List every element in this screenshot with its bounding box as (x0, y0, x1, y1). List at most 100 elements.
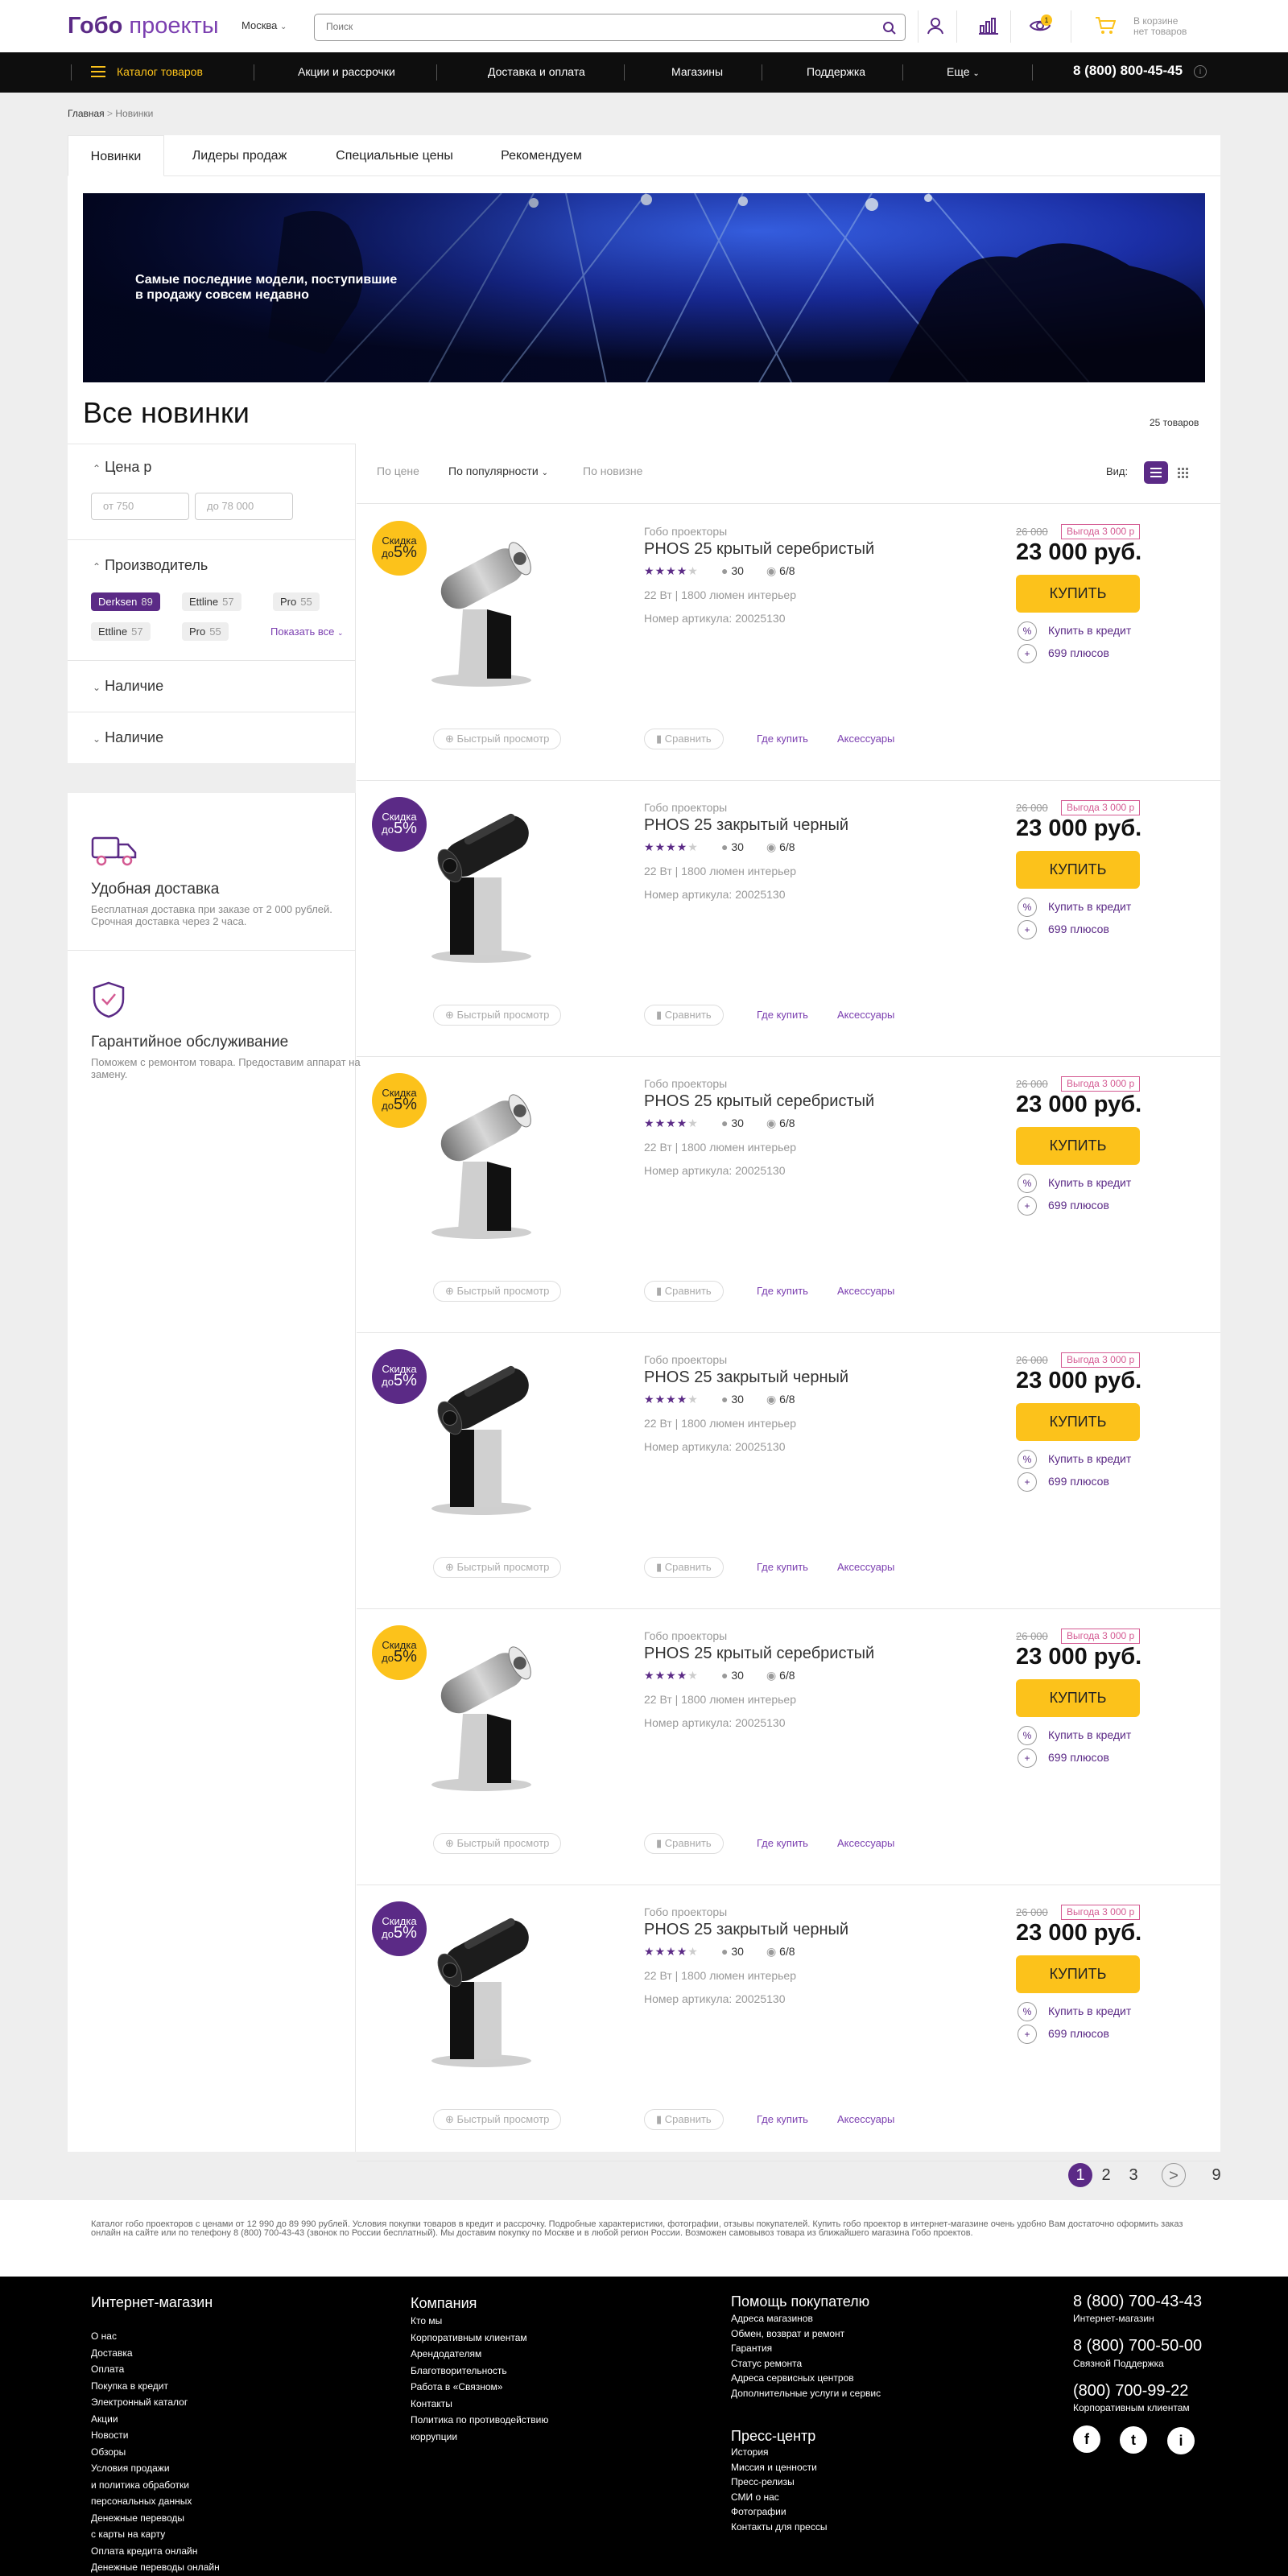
page-button[interactable]: 1 (1068, 2163, 1092, 2187)
grid-view-button[interactable] (1170, 461, 1195, 484)
nav-delivery[interactable]: Доставка и оплата (488, 65, 585, 78)
footer-phone[interactable]: (800) 700-99-22 (1073, 2382, 1188, 2401)
page-button[interactable]: 2 (1094, 2163, 1118, 2187)
bonus-link[interactable]: 699 плюсов (1048, 1199, 1109, 1212)
footer-link[interactable]: Гарантия (731, 2343, 881, 2354)
tab-bestsellers[interactable]: Лидеры продаж (169, 135, 310, 176)
twitter-icon[interactable]: t (1120, 2426, 1147, 2454)
footer-link[interactable]: Дополнительные услуги и сервис (731, 2388, 881, 2399)
bonus-link[interactable]: 699 плюсов (1048, 1475, 1109, 1488)
instagram-icon[interactable]: i (1167, 2427, 1195, 2454)
logo[interactable]: Гобо проекты (68, 11, 219, 40)
buy-button[interactable]: КУПИТЬ (1016, 1403, 1140, 1441)
footer-link[interactable]: Обзоры (91, 2446, 220, 2458)
reviews-count[interactable]: ● 30 (721, 564, 744, 577)
footer-link[interactable]: и политика обработки (91, 2479, 220, 2491)
reviews-count[interactable]: ● 30 (721, 840, 744, 853)
city-selector[interactable]: Москва ⌄ (242, 19, 287, 31)
compare-button[interactable]: ▮ Сравнить (644, 729, 724, 749)
product-image[interactable] (421, 1901, 542, 2074)
credit-link[interactable]: Купить в кредит (1048, 2004, 1131, 2017)
footer-link[interactable]: СМИ о нас (731, 2491, 827, 2503)
tab-recommended[interactable]: Рекомендуем (479, 135, 604, 176)
where-to-buy-link[interactable]: Где купить (757, 1561, 808, 1573)
tab-new[interactable]: Новинки (68, 135, 164, 176)
footer-link[interactable]: История (731, 2446, 827, 2458)
bonus-link[interactable]: 699 плюсов (1048, 646, 1109, 659)
reviews-count[interactable]: ● 30 (721, 1669, 744, 1682)
page-button[interactable]: 9 (1204, 2163, 1228, 2187)
accessories-link[interactable]: Аксессуары (837, 2113, 894, 2125)
bonus-link[interactable]: 699 плюсов (1048, 2027, 1109, 2040)
product-name[interactable]: PHOS 25 закрытый черный (644, 1921, 848, 1939)
bonus-link[interactable]: 699 плюсов (1048, 923, 1109, 935)
nav-more[interactable]: Еще ⌄ (947, 65, 980, 78)
buy-button[interactable]: КУПИТЬ (1016, 1679, 1140, 1717)
footer-link[interactable]: Оплата (91, 2363, 220, 2375)
nav-promotions[interactable]: Акции и рассрочки (298, 65, 395, 78)
product-image[interactable] (421, 1625, 542, 1798)
footer-link[interactable]: Пресс-релизы (731, 2476, 827, 2487)
footer-link[interactable]: Условия продажи (91, 2462, 220, 2474)
footer-link[interactable]: Денежные переводы онлайн (91, 2562, 220, 2573)
footer-link[interactable]: Адреса магазинов (731, 2313, 881, 2324)
quick-view-button[interactable]: ⊕ Быстрый просмотр (433, 729, 562, 749)
maker-chip[interactable]: Ettline 57 (91, 622, 151, 641)
catalog-button[interactable]: Каталог товаров (117, 65, 203, 78)
footer-link[interactable]: Обмен, возврат и ремонт (731, 2328, 881, 2339)
footer-link[interactable]: Контакты для прессы (731, 2521, 827, 2533)
compare-button[interactable]: ▮ Сравнить (644, 1833, 724, 1854)
maker-chip[interactable]: Ettline 57 (182, 592, 242, 611)
footer-link[interactable]: Корпоративным клиентам (411, 2332, 548, 2343)
product-name[interactable]: PHOS 25 крытый серебристый (644, 1092, 874, 1111)
credit-link[interactable]: Купить в кредит (1048, 1176, 1131, 1189)
product-image[interactable] (421, 521, 542, 694)
reviews-count[interactable]: ● 30 (721, 1393, 744, 1406)
footer-link[interactable]: Акции (91, 2413, 220, 2425)
compare-chart-icon[interactable] (978, 16, 999, 35)
compare-button[interactable]: ▮ Сравнить (644, 1005, 724, 1026)
footer-link[interactable]: Арендодателям (411, 2348, 548, 2359)
tab-special-prices[interactable]: Специальные цены (318, 135, 471, 176)
buy-button[interactable]: КУПИТЬ (1016, 575, 1140, 613)
product-name[interactable]: PHOS 25 закрытый черный (644, 816, 848, 835)
credit-link[interactable]: Купить в кредит (1048, 900, 1131, 913)
product-image[interactable] (421, 797, 542, 970)
next-page-button[interactable]: > (1162, 2163, 1186, 2187)
info-icon[interactable]: i (1194, 65, 1207, 78)
accessories-link[interactable]: Аксессуары (837, 733, 894, 745)
footer-link[interactable]: Доставка (91, 2347, 220, 2359)
quick-view-button[interactable]: ⊕ Быстрый просмотр (433, 1281, 562, 1302)
credit-link[interactable]: Купить в кредит (1048, 1728, 1131, 1741)
footer-link[interactable]: Контакты (411, 2398, 548, 2409)
where-to-buy-link[interactable]: Где купить (757, 733, 808, 745)
filter-availability-header[interactable]: ⌄ Наличие (93, 729, 163, 746)
compare-button[interactable]: ▮ Сравнить (644, 1557, 724, 1578)
quick-view-button[interactable]: ⊕ Быстрый просмотр (433, 1005, 562, 1026)
credit-link[interactable]: Купить в кредит (1048, 1452, 1131, 1465)
footer-link[interactable]: Политика по противодействию (411, 2414, 548, 2425)
product-name[interactable]: PHOS 25 крытый серебристый (644, 1645, 874, 1663)
search-input[interactable] (326, 21, 841, 32)
footer-link[interactable]: Новости (91, 2429, 220, 2441)
footer-link[interactable]: Покупка в кредит (91, 2380, 220, 2392)
where-to-buy-link[interactable]: Где купить (757, 2113, 808, 2125)
filter-availability-header[interactable]: ⌄ Наличие (93, 678, 163, 695)
page-button[interactable]: 3 (1121, 2163, 1146, 2187)
accessories-link[interactable]: Аксессуары (837, 1285, 894, 1297)
bonus-link[interactable]: 699 плюсов (1048, 1751, 1109, 1764)
filter-maker-header[interactable]: ⌃ Производитель (93, 557, 208, 574)
compare-button[interactable]: ▮ Сравнить (644, 1281, 724, 1302)
facebook-icon[interactable]: f (1073, 2425, 1100, 2453)
footer-link[interactable]: Фотографии (731, 2506, 827, 2517)
buy-button[interactable]: КУПИТЬ (1016, 851, 1140, 889)
footer-link[interactable]: Кто мы (411, 2315, 548, 2326)
quick-view-button[interactable]: ⊕ Быстрый просмотр (433, 2109, 562, 2130)
nav-stores[interactable]: Магазины (671, 65, 723, 78)
cart-status[interactable]: В корзине нет товаров (1133, 16, 1187, 37)
list-view-button[interactable] (1144, 461, 1168, 484)
header-phone[interactable]: 8 (800) 800-45-45 (1073, 63, 1183, 79)
where-to-buy-link[interactable]: Где купить (757, 1285, 808, 1297)
buy-button[interactable]: КУПИТЬ (1016, 1955, 1140, 1993)
nav-support[interactable]: Поддержка (807, 65, 865, 78)
